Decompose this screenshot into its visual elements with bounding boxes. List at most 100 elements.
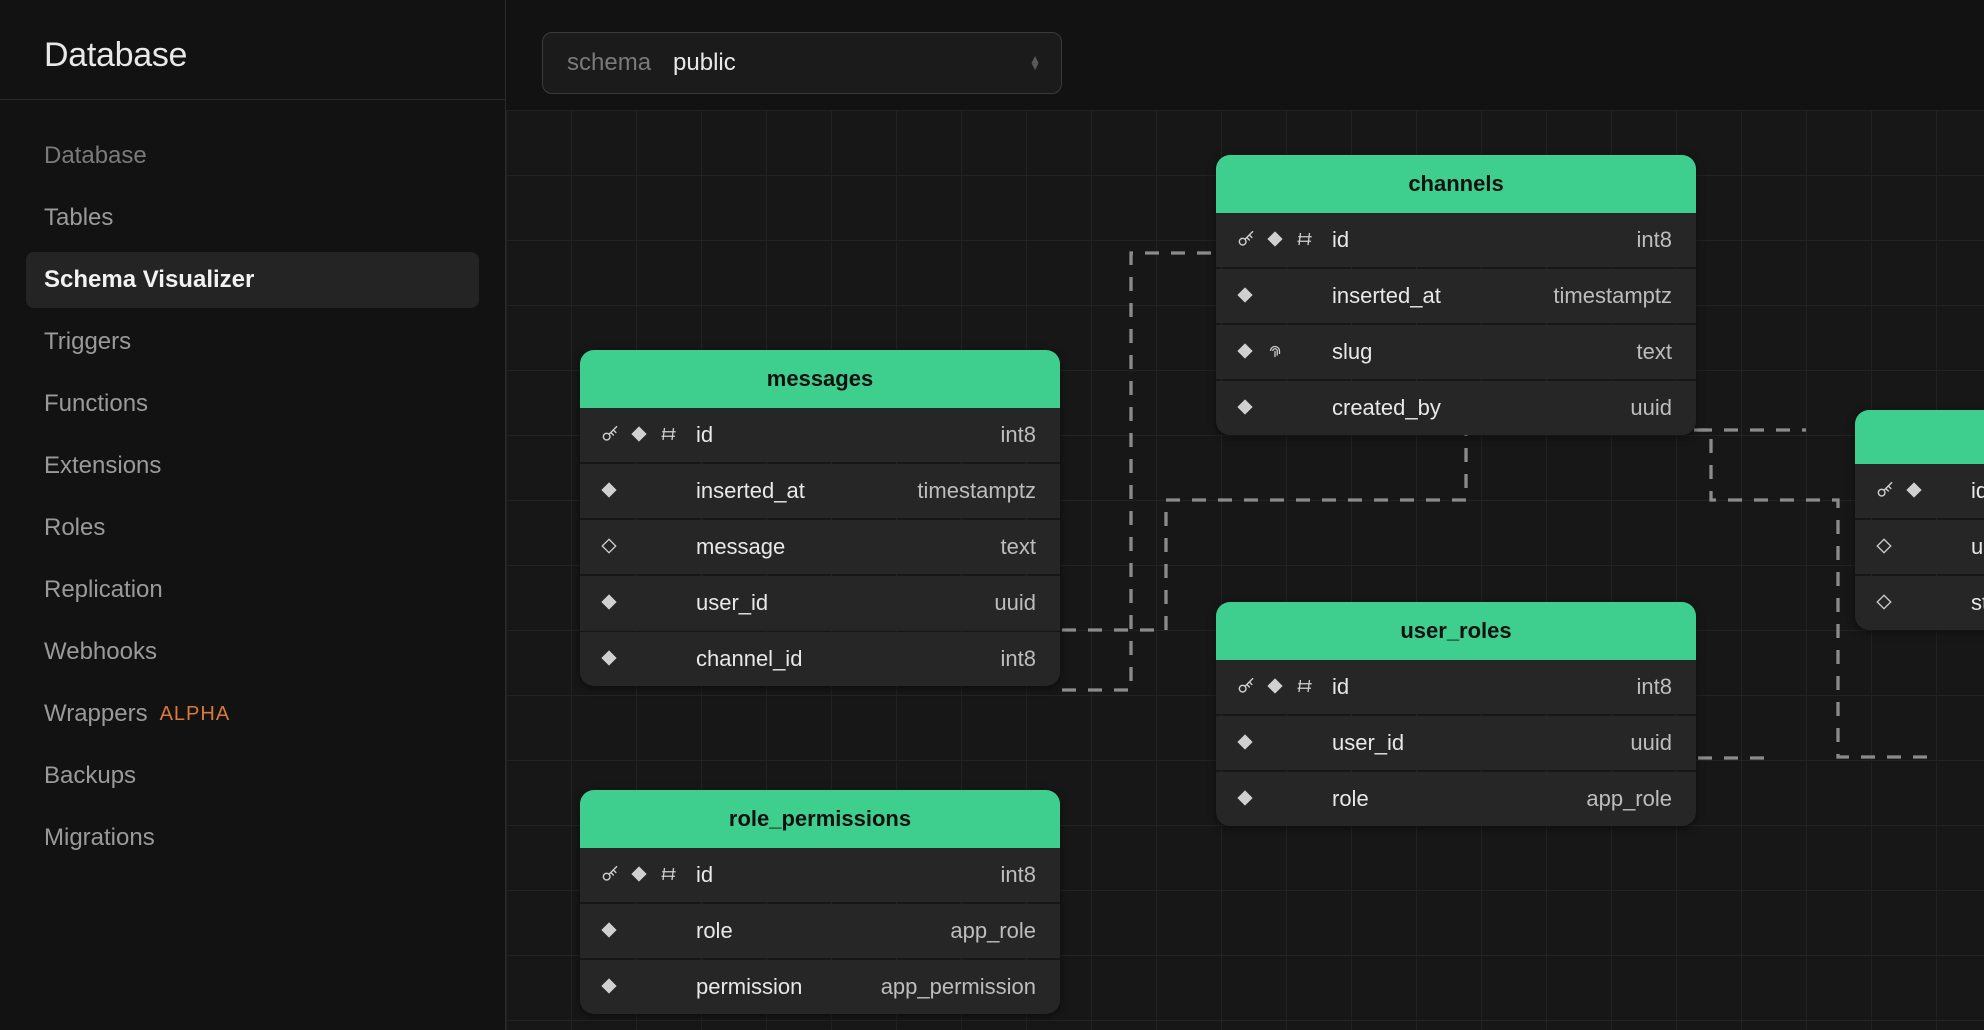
diamond-icon [600, 537, 620, 557]
column-type: uuid [994, 590, 1036, 616]
column-type: text [1637, 339, 1672, 365]
column-row[interactable]: user_iduuid [580, 576, 1060, 630]
schema-selector-label: schema [567, 49, 651, 77]
column-name: id [1971, 478, 1984, 504]
table-node-messages[interactable]: messages idint8inserted_attimestamptzmes… [580, 350, 1060, 686]
key-icon [1875, 481, 1895, 501]
diamond-icon [1236, 398, 1256, 418]
sidebar-item-tables[interactable]: Tables [26, 190, 479, 246]
sidebar-item-triggers[interactable]: Triggers [26, 314, 479, 370]
column-row[interactable]: idint8 [580, 848, 1060, 902]
column-row[interactable]: permissionapp_permission [580, 960, 1060, 1014]
column-row[interactable]: idint8 [1216, 660, 1696, 714]
column-icons [600, 865, 696, 885]
diamond-icon [1236, 789, 1256, 809]
sidebar-item-label: Schema Visualizer [44, 266, 254, 294]
column-row[interactable]: channel_idint8 [580, 632, 1060, 686]
column-row[interactable]: idint8 [1216, 213, 1696, 267]
column-name: role [696, 918, 950, 944]
sidebar-item-schema-visualizer[interactable]: Schema Visualizer [26, 252, 479, 308]
diamond-icon [1236, 733, 1256, 753]
column-type: uuid [1630, 730, 1672, 756]
sidebar-title: Database [44, 36, 461, 75]
schema-selector-value: public [673, 49, 736, 77]
column-row[interactable]: messagetext [580, 520, 1060, 574]
column-row[interactable]: user_iduuid [1216, 716, 1696, 770]
column-type: uuid [1630, 395, 1672, 421]
column-icons [600, 921, 696, 941]
column-name: id [696, 862, 1001, 888]
column-row[interactable]: inserted_attimestamptz [1216, 269, 1696, 323]
hash-icon [660, 425, 680, 445]
key-icon [600, 865, 620, 885]
sidebar-item-roles[interactable]: Roles [26, 500, 479, 556]
table-node-role-permissions[interactable]: role_permissions idint8roleapp_rolepermi… [580, 790, 1060, 1014]
column-row[interactable]: idint8 [580, 408, 1060, 462]
sidebar-item-label: Functions [44, 390, 148, 418]
diamond-icon [1266, 677, 1286, 697]
column-type: int8 [1637, 674, 1672, 700]
column-row[interactable]: inserted_attimestamptz [580, 464, 1060, 518]
column-icons [600, 649, 696, 669]
sidebar-item-webhooks[interactable]: Webhooks [26, 624, 479, 680]
column-name: user_id [1332, 730, 1630, 756]
column-row[interactable]: roleapp_role [580, 904, 1060, 958]
key-icon [1236, 230, 1256, 250]
sidebar-item-label: Database [44, 142, 147, 170]
column-type: app_permission [881, 974, 1036, 1000]
sidebar-item-label: Webhooks [44, 638, 157, 666]
table-header[interactable]: messages [580, 350, 1060, 408]
canvas[interactable]: schema public ▲▼ messages idint8inserted… [506, 0, 1984, 1030]
diamond-icon [630, 865, 650, 885]
column-row[interactable]: id [1855, 464, 1984, 518]
column-icons [1236, 733, 1332, 753]
sidebar-item-backups[interactable]: Backups [26, 748, 479, 804]
table-header[interactable] [1855, 410, 1984, 464]
column-type: text [1001, 534, 1036, 560]
sidebar-item-replication[interactable]: Replication [26, 562, 479, 618]
table-header[interactable]: role_permissions [580, 790, 1060, 848]
sidebar-item-functions[interactable]: Functions [26, 376, 479, 432]
schema-selector[interactable]: schema public ▲▼ [542, 32, 1062, 94]
column-type: int8 [1001, 862, 1036, 888]
column-row[interactable]: created_byuuid [1216, 381, 1696, 435]
column-name: use [1971, 534, 1984, 560]
table-header[interactable]: channels [1216, 155, 1696, 213]
sidebar-item-label: Migrations [44, 824, 155, 852]
column-row[interactable]: slugtext [1216, 325, 1696, 379]
alpha-badge: ALPHA [160, 703, 231, 726]
sidebar-item-label: Roles [44, 514, 105, 542]
diamond-icon [600, 649, 620, 669]
column-type: int8 [1001, 422, 1036, 448]
hash-icon [660, 865, 680, 885]
sidebar-item-label: Extensions [44, 452, 161, 480]
sidebar-item-label: Replication [44, 576, 163, 604]
sidebar-item-wrappers[interactable]: Wrappers ALPHA [26, 686, 479, 742]
diamond-icon [600, 593, 620, 613]
column-name: permission [696, 974, 881, 1000]
column-type: int8 [1001, 646, 1036, 672]
sidebar-item-extensions[interactable]: Extensions [26, 438, 479, 494]
sidebar-item-migrations[interactable]: Migrations [26, 810, 479, 866]
table-header[interactable]: user_roles [1216, 602, 1696, 660]
column-row[interactable]: roleapp_role [1216, 772, 1696, 826]
sidebar-nav: Database Tables Schema Visualizer Triggers F… [0, 100, 505, 900]
sidebar-item-database[interactable]: Database [26, 128, 479, 184]
table-node-channels[interactable]: channels idint8inserted_attimestamptzslu… [1216, 155, 1696, 435]
column-name: slug [1332, 339, 1637, 365]
fingerprint-icon [1266, 342, 1286, 362]
diamond-icon [600, 481, 620, 501]
diamond-icon [1236, 286, 1256, 306]
diamond-icon [630, 425, 650, 445]
column-icons [1236, 342, 1332, 362]
column-row[interactable]: sta [1855, 576, 1984, 630]
table-node-users-partial[interactable]: id use sta [1855, 410, 1984, 630]
hash-icon [1296, 677, 1316, 697]
column-row[interactable]: use [1855, 520, 1984, 574]
diamond-icon [1266, 230, 1286, 250]
column-icons [1236, 398, 1332, 418]
table-node-user-roles[interactable]: user_roles idint8user_iduuidroleapp_role [1216, 602, 1696, 826]
sidebar-item-label: Wrappers [44, 700, 148, 728]
column-name: sta [1971, 590, 1984, 616]
hash-icon [1296, 230, 1316, 250]
